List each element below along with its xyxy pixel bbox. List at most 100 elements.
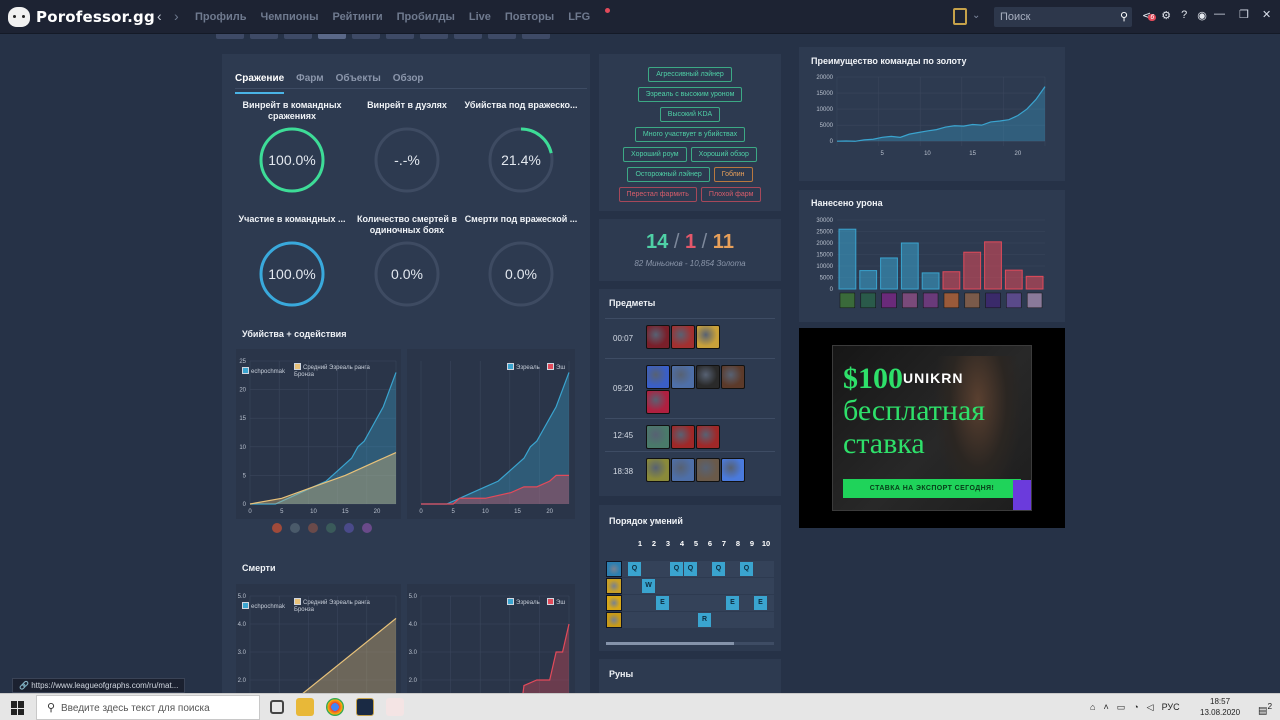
tab-overview[interactable]: Обзор — [393, 73, 424, 94]
item-icon[interactable] — [696, 458, 720, 482]
champion-tab[interactable] — [216, 34, 244, 39]
nav-replays[interactable]: Повторы — [505, 11, 554, 23]
close-icon[interactable]: ✕ — [1262, 8, 1271, 21]
gold-advantage-panel: Преимущество команды по золоту 0 5000 1000… — [799, 47, 1065, 181]
item-icon[interactable] — [671, 458, 695, 482]
item-icon[interactable] — [671, 325, 695, 349]
nav-champions[interactable]: Чемпионы — [260, 11, 318, 23]
advertisement[interactable]: $100 UNIKRN бесплатная ставка СТАВКА НА Э… — [799, 328, 1065, 528]
language-indicator[interactable]: РУС — [1162, 702, 1180, 713]
champion-portrait[interactable] — [902, 292, 918, 309]
help-icon[interactable]: ? — [1181, 9, 1187, 22]
minimize-icon[interactable]: — — [1214, 8, 1225, 20]
champion-tab[interactable] — [488, 34, 516, 39]
champion-tab[interactable] — [352, 34, 380, 39]
item-icon[interactable] — [721, 365, 745, 389]
player-tag[interactable]: Высокий KDA — [659, 107, 721, 122]
app-logo[interactable]: Porofessor.gg — [8, 7, 155, 27]
champion-portrait[interactable] — [943, 292, 960, 309]
back-arrow-icon[interactable]: ‹ — [157, 8, 162, 24]
player-tag[interactable]: Хороший обзор — [690, 147, 757, 162]
item-icon[interactable] — [721, 458, 745, 482]
chrome-icon[interactable] — [326, 698, 344, 716]
tab-objectives[interactable]: Объекты — [336, 73, 381, 94]
item-icon[interactable] — [671, 365, 695, 389]
forward-arrow-icon[interactable]: › — [174, 8, 179, 24]
taskbar-search[interactable]: ⚲ Введите здесь текст для поиска — [36, 695, 260, 720]
people-icon[interactable]: ⌂ — [1090, 702, 1095, 713]
league-client-icon[interactable] — [953, 8, 967, 25]
nav-live[interactable]: Live — [469, 11, 491, 23]
tab-combat[interactable]: Сражение — [235, 73, 285, 94]
scrollbar-thumb[interactable] — [606, 642, 734, 645]
champion-tab[interactable] — [250, 34, 278, 39]
item-icon[interactable] — [646, 390, 670, 414]
item-icons — [646, 325, 750, 349]
champion-portrait[interactable] — [860, 292, 876, 309]
item-icon[interactable] — [696, 425, 720, 449]
chevron-up-icon[interactable]: ˄ — [1103, 702, 1108, 713]
player-tag[interactable]: Эзреаль с высоким уроном — [637, 87, 743, 102]
player-tag[interactable]: Перестал фармить — [618, 187, 697, 202]
restore-icon[interactable]: ❐ — [1239, 8, 1249, 21]
nav-lfg[interactable]: LFG — [568, 8, 611, 23]
y-tick-label: 4.0 — [238, 622, 247, 628]
windows-taskbar: ⚲ Введите здесь текст для поиска ⌂ ˄ ▭ ◔ … — [0, 693, 1280, 720]
champion-tab[interactable] — [454, 34, 482, 39]
y-tick-label: 20000 — [816, 241, 833, 247]
league-client-taskbar-icon[interactable] — [356, 698, 374, 716]
ad-banner[interactable]: $100 UNIKRN бесплатная ставка СТАВКА НА Э… — [832, 345, 1032, 511]
share-icon[interactable]: ⋖ 6 — [1142, 9, 1157, 22]
taskbar-clock[interactable]: 18:57 13.08.2020 — [1200, 696, 1240, 718]
top-bar: Porofessor.gg ‹ › Профиль Чемпионы Рейти… — [0, 0, 1280, 34]
player-tag[interactable]: Плохой фарм — [700, 187, 762, 202]
item-icon[interactable] — [646, 458, 670, 482]
champion-tab[interactable] — [318, 34, 346, 39]
network-icon[interactable]: ◔ — [1133, 702, 1138, 713]
player-tag[interactable]: Гоблин — [713, 167, 753, 182]
champion-portrait[interactable] — [922, 292, 939, 309]
stat-ring: 100.0% — [258, 240, 326, 308]
player-tag[interactable]: Хороший роум — [623, 147, 687, 162]
nav-profile[interactable]: Профиль — [195, 11, 246, 23]
file-explorer-icon[interactable] — [296, 698, 314, 716]
champion-portrait[interactable] — [881, 292, 897, 309]
item-icon[interactable] — [696, 325, 720, 349]
gear-icon[interactable]: ⚙ — [1161, 9, 1171, 22]
discord-icon[interactable]: ◉ — [1197, 9, 1207, 22]
battery-icon[interactable]: ▭ — [1117, 702, 1126, 713]
champion-portrait[interactable] — [964, 292, 980, 309]
champion-portrait[interactable] — [1006, 292, 1022, 309]
deaths-chart-right: 2.0 3.0 4.0 5.0 Эзреаль Эш — [407, 584, 575, 694]
player-tag[interactable]: Осторожный лэйнер — [627, 167, 710, 182]
player-tag[interactable]: Много участвует в убийствах — [634, 127, 746, 142]
player-tag[interactable]: Агрессивный лэйнер — [648, 67, 732, 82]
task-view-icon[interactable] — [270, 700, 284, 714]
search-input[interactable] — [994, 7, 1112, 27]
champion-portrait[interactable] — [839, 292, 856, 309]
item-icon[interactable] — [646, 325, 670, 349]
item-icon[interactable] — [671, 425, 695, 449]
item-icon[interactable] — [646, 365, 670, 389]
horizontal-scrollbar[interactable] — [606, 642, 774, 645]
chevron-down-icon[interactable]: ⌄ — [972, 10, 980, 21]
nav-probuilds[interactable]: Пробилды — [397, 11, 455, 23]
champion-tab[interactable] — [284, 34, 312, 39]
item-icon[interactable] — [696, 365, 720, 389]
x-tick-label: 15 — [342, 509, 349, 515]
champion-tab[interactable] — [386, 34, 414, 39]
champion-portrait[interactable] — [985, 292, 1001, 309]
tab-farm[interactable]: Фарм — [296, 73, 323, 94]
search-icon[interactable]: ⚲ — [1120, 10, 1128, 23]
notification-center-icon[interactable]: ▤2 — [1258, 701, 1272, 716]
ad-cta-button[interactable]: СТАВКА НА ЭКСПОРТ СЕГОДНЯ! — [843, 479, 1021, 498]
legend-item: Эш — [547, 598, 565, 607]
volume-icon[interactable]: ◁ — [1147, 702, 1154, 713]
item-icon[interactable] — [646, 425, 670, 449]
porofessor-taskbar-icon[interactable] — [386, 698, 404, 716]
nav-ratings[interactable]: Рейтинги — [333, 11, 383, 23]
champion-tab[interactable] — [522, 34, 550, 39]
champion-portrait[interactable] — [1026, 292, 1043, 309]
windows-start-icon[interactable] — [11, 701, 25, 715]
champion-tab[interactable] — [420, 34, 448, 39]
